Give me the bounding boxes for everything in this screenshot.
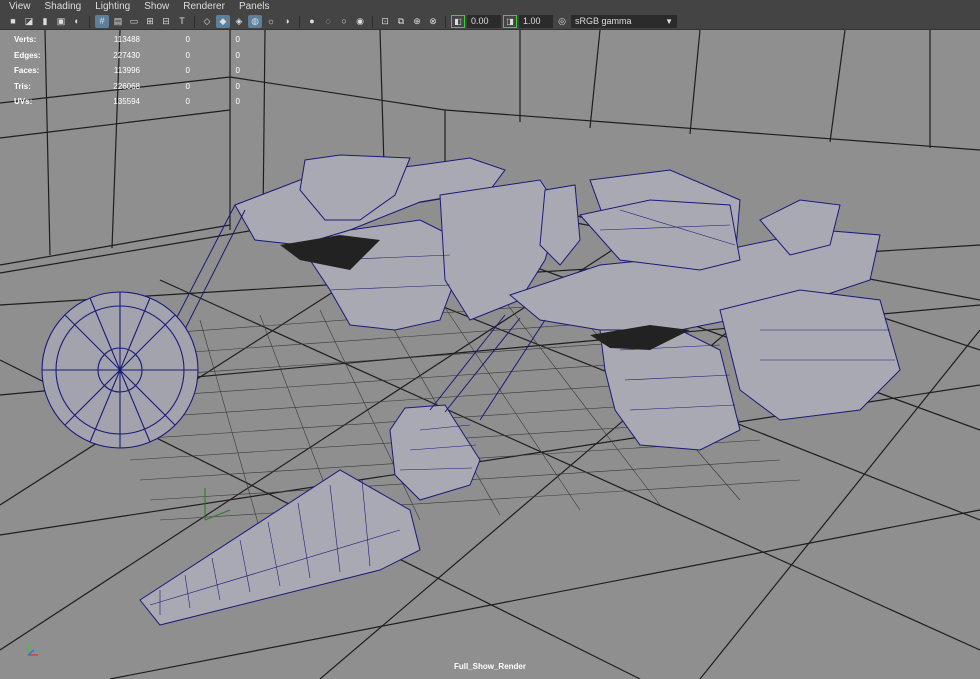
hud-components: 0 [235,97,240,107]
2d-pan-zoom-icon[interactable]: ◐ [70,15,84,28]
wireframe-icon[interactable]: ◇ [200,15,214,28]
scene-canvas[interactable] [0,30,980,679]
camera-name-label: Full_Show_Render [453,662,526,671]
xray-components-icon[interactable]: ⊗ [426,15,440,28]
menu-lighting[interactable]: Lighting [86,0,135,14]
hud-row-edges: Edges: 227430 0 0 [14,48,240,64]
motion-blur-icon[interactable]: ◌ [321,15,335,28]
poly-count-hud: Verts: 113488 0 0 Edges: 227430 0 0 Face… [14,32,240,110]
menu-show[interactable]: Show [135,0,174,14]
viewport-toolbar: ■ ◪ ▮ ▣ ◐ # ▤ ▭ ⊞ ⊟ T ◇ ◆ ◈ ◍ ☼ ◑ ● ◌ ○ … [0,14,980,30]
image-plane-icon[interactable]: ▣ [54,15,68,28]
hud-row-faces: Faces: 113996 0 0 [14,63,240,79]
field-chart-icon[interactable]: ⊞ [143,15,157,28]
menu-panels[interactable]: Panels [230,0,275,14]
menu-view[interactable]: View [0,0,36,14]
front-wheel [41,291,199,449]
hud-value: 226068 [113,81,140,91]
anti-aliasing-icon[interactable]: ○ [337,15,351,28]
hud-label: UVs: [14,97,33,107]
ambient-occlusion-icon[interactable]: ● [305,15,319,28]
view-transform-label: sRGB gamma [575,16,632,26]
exposure-field[interactable]: 0.00 [467,15,501,28]
hud-label: Verts: [14,35,37,45]
menu-shading[interactable]: Shading [36,0,87,14]
grid-icon[interactable]: # [95,15,109,28]
menu-renderer[interactable]: Renderer [174,0,230,14]
viewport-menu-bar: View Shading Lighting Show Renderer Pane… [0,0,980,14]
hud-components: 0 [235,66,240,76]
hud-label: Edges: [14,50,41,60]
hud-selected: 0 [185,50,190,60]
lights-icon[interactable]: ☼ [264,15,278,28]
textured-icon[interactable]: ◍ [248,15,262,28]
hud-value: 135594 [113,97,140,107]
hud-selected: 0 [185,97,190,107]
hud-row-verts: Verts: 113488 0 0 [14,32,240,48]
hud-value: 113488 [113,35,140,45]
3d-viewport[interactable]: Verts: 113488 0 0 Edges: 227430 0 0 Face… [0,30,980,679]
film-gate-icon[interactable]: ▤ [111,15,125,28]
camera-icon[interactable]: ■ [6,15,20,28]
xray-icon[interactable]: ⧉ [394,15,408,28]
hud-label: Faces: [14,66,40,76]
toolbar-separator [194,15,195,28]
hud-row-tris: Tris: 226068 0 0 [14,79,240,95]
wireframe-on-shaded-icon[interactable]: ◈ [232,15,246,28]
origin-manipulator [204,488,231,521]
gamma-icon[interactable]: ◨ [503,15,517,28]
hud-value: 113996 [113,66,140,76]
color-management-icon[interactable]: ◎ [555,15,569,28]
safe-action-icon[interactable]: ⊟ [159,15,173,28]
hud-selected: 0 [185,66,190,76]
toolbar-separator [89,15,90,28]
hud-selected: 0 [185,81,190,91]
hud-components: 0 [235,35,240,45]
chevron-down-icon: ▼ [665,17,673,26]
hud-components: 0 [235,50,240,60]
safe-title-icon[interactable]: T [175,15,189,28]
hud-value: 227430 [113,50,140,60]
toolbar-separator [445,15,446,28]
toolbar-separator [299,15,300,28]
resolution-gate-icon[interactable]: ▭ [127,15,141,28]
bookmark-icon[interactable]: ▮ [38,15,52,28]
select-camera-icon[interactable]: ◪ [22,15,36,28]
depth-of-field-icon[interactable]: ◉ [353,15,367,28]
toolbar-separator [372,15,373,28]
smooth-shade-icon[interactable]: ◆ [216,15,230,28]
hud-components: 0 [235,81,240,91]
gamma-field[interactable]: 1.00 [519,15,553,28]
hud-row-uvs: UVs: 135594 0 0 [14,94,240,110]
view-transform-dropdown[interactable]: sRGB gamma ▼ [571,15,677,28]
hud-label: Tris: [14,81,31,91]
view-axis-icon [27,643,38,656]
exposure-icon[interactable]: ◧ [451,15,465,28]
isolate-select-icon[interactable]: ⊡ [378,15,392,28]
hud-selected: 0 [185,35,190,45]
xray-joints-icon[interactable]: ⊕ [410,15,424,28]
shadows-icon[interactable]: ◑ [280,15,294,28]
